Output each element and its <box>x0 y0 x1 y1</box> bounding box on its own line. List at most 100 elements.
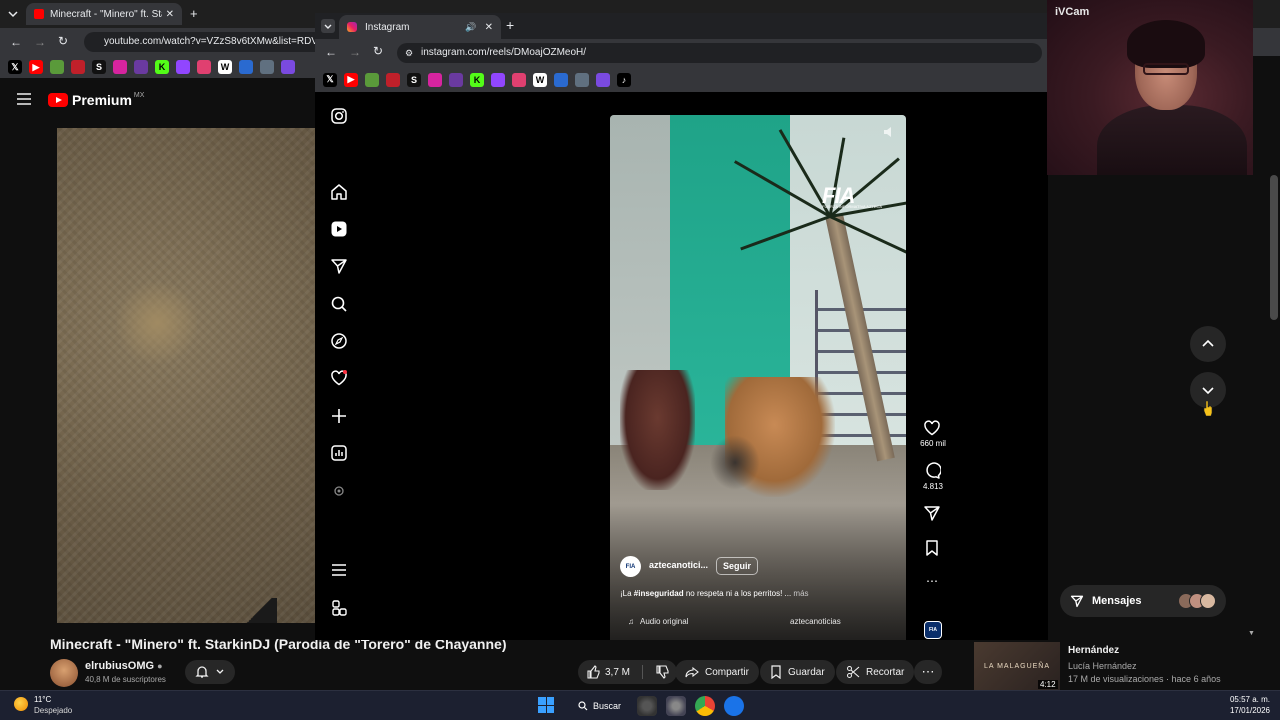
more-options-icon[interactable]: ⋯ <box>923 574 941 592</box>
clock-time[interactable]: 05:57 a. m. <box>1218 695 1270 704</box>
app-chrome-icon[interactable] <box>695 696 715 716</box>
weather-sun-icon[interactable] <box>14 697 28 711</box>
forward-icon[interactable]: → <box>34 35 46 49</box>
bookmark-violet-icon[interactable] <box>596 72 610 87</box>
app-obs-icon[interactable] <box>637 696 657 716</box>
bookmark-red-icon[interactable] <box>71 60 85 74</box>
taskbar-search[interactable]: Buscar <box>572 695 627 717</box>
save-bookmark-icon[interactable] <box>923 539 941 557</box>
bookmark-red-icon[interactable] <box>386 72 400 87</box>
tab-youtube[interactable]: Minecraft - "Minero" ft. Starkin ✕ <box>26 3 182 25</box>
threads-icon[interactable] <box>330 599 348 617</box>
follow-button[interactable]: Seguir <box>716 557 759 575</box>
new-tab-icon[interactable]: + <box>506 17 514 33</box>
bookmark-x-icon[interactable]: 𝕏 <box>323 72 337 87</box>
bookmark-youtube-icon[interactable]: ▶ <box>29 60 43 74</box>
clock-date[interactable]: 17/01/2026 <box>1218 706 1270 715</box>
bookmark-s-icon[interactable]: S <box>407 72 421 87</box>
create-icon[interactable] <box>330 407 348 425</box>
share-button[interactable]: Compartir <box>675 660 759 684</box>
recommended-author[interactable]: Lucía Hernández <box>1068 661 1137 671</box>
previous-reel-button[interactable] <box>1190 326 1226 362</box>
search-icon[interactable] <box>330 295 348 313</box>
bookmark-shopify-icon[interactable] <box>50 60 64 74</box>
bookmark-youtube-icon[interactable]: ▶ <box>344 72 358 87</box>
bookmark-s-icon[interactable]: S <box>92 60 106 74</box>
reels-icon[interactable] <box>330 220 348 238</box>
weather-temperature[interactable]: 11°C <box>34 695 51 704</box>
url-input[interactable]: youtube.com/watch?v=VZzS8v6tXMw&list=RDV… <box>84 32 324 52</box>
bookmark-grey-icon[interactable] <box>260 60 274 74</box>
reel-audio-tag[interactable]: aztecanoticias <box>790 617 841 626</box>
bookmark-twitch-icon[interactable] <box>491 72 505 87</box>
dislike-button[interactable] <box>655 665 669 679</box>
bookmark-w-icon[interactable]: W <box>533 72 547 87</box>
reload-icon[interactable]: ↻ <box>58 34 68 48</box>
bookmark-instagram-icon[interactable] <box>428 72 442 87</box>
tab-list-icon[interactable] <box>321 19 335 33</box>
like-button[interactable]: 3,7 M <box>586 665 630 679</box>
clip-button[interactable]: Recortar <box>836 660 915 684</box>
back-icon[interactable]: ← <box>325 45 337 59</box>
tab-instagram[interactable]: Instagram 🔊 ✕ <box>339 15 501 39</box>
bookmark-pink-icon[interactable] <box>512 72 526 87</box>
url-input[interactable]: ⚙ instagram.com/reels/DMoajOZMeoH/ <box>397 43 1042 63</box>
bookmark-kick-icon[interactable]: K <box>155 60 169 74</box>
heart-icon[interactable] <box>330 369 348 387</box>
hamburger-menu-icon[interactable] <box>17 93 31 105</box>
bookmark-violet-icon[interactable] <box>281 60 295 74</box>
messages-button[interactable]: Mensajes <box>1060 585 1226 617</box>
reel-audio-thumbnail[interactable]: FIA <box>924 621 942 639</box>
dashboard-icon[interactable] <box>330 444 348 462</box>
bookmark-purple-icon[interactable] <box>449 72 463 87</box>
bookmark-instagram-icon[interactable] <box>113 60 127 74</box>
like-heart-icon[interactable] <box>923 419 941 437</box>
new-tab-icon[interactable]: + <box>190 6 198 21</box>
bookmark-grey-icon[interactable] <box>575 72 589 87</box>
tab-list-icon[interactable] <box>6 7 20 21</box>
close-tab-icon[interactable]: ✕ <box>166 9 174 20</box>
reel-audio-link[interactable]: ♫ Audio original <box>628 617 688 626</box>
weather-condition[interactable]: Despejado <box>34 706 72 715</box>
menu-icon[interactable] <box>330 561 348 579</box>
send-icon[interactable] <box>330 257 348 275</box>
save-button[interactable]: Guardar <box>760 660 835 684</box>
reel-author-username[interactable]: aztecanotici... <box>649 560 708 570</box>
volume-icon[interactable] <box>882 125 896 139</box>
channel-avatar[interactable] <box>50 659 78 687</box>
bookmark-x-icon[interactable]: 𝕏 <box>8 60 22 74</box>
bookmark-blue-icon[interactable] <box>239 60 253 74</box>
explore-icon[interactable] <box>330 332 348 350</box>
windows-start-icon[interactable] <box>538 697 554 713</box>
reel-caption[interactable]: ¡La #inseguridad no respeta ni a los per… <box>620 589 809 598</box>
home-icon[interactable] <box>330 183 348 201</box>
bookmark-purple-icon[interactable] <box>134 60 148 74</box>
instagram-logo-icon[interactable] <box>330 107 348 125</box>
bookmark-pink-icon[interactable] <box>197 60 211 74</box>
reel-author-avatar[interactable]: FIA <box>620 556 641 577</box>
caption-more-link[interactable]: más <box>791 589 808 598</box>
comment-icon[interactable] <box>923 462 941 480</box>
app-settings-icon[interactable] <box>666 696 686 716</box>
bookmark-twitch-icon[interactable] <box>176 60 190 74</box>
notifications-bell-button[interactable] <box>185 660 235 684</box>
reel-video[interactable]: FIA FUERZA INFORMATIVA AZTECA FIA azteca… <box>610 115 906 640</box>
close-tab-icon[interactable]: ✕ <box>485 22 493 33</box>
bookmark-tiktok-icon[interactable]: ♪ <box>617 72 631 87</box>
forward-icon[interactable]: → <box>349 45 361 59</box>
channel-name[interactable]: elrubiusOMG ● <box>85 660 163 672</box>
caption-hashtag[interactable]: #inseguridad <box>634 589 684 598</box>
bookmark-w-icon[interactable]: W <box>218 60 232 74</box>
recommended-title[interactable]: Hernández <box>1068 645 1119 656</box>
reload-icon[interactable]: ↻ <box>373 44 383 58</box>
audio-playing-icon[interactable]: 🔊 <box>465 22 476 33</box>
youtube-premium-logo[interactable]: Premium MX <box>48 92 144 108</box>
more-actions-button[interactable]: ⋯ <box>914 660 942 684</box>
bookmark-blue-icon[interactable] <box>554 72 568 87</box>
page-scrollbar[interactable] <box>1270 175 1278 320</box>
meta-ai-icon[interactable] <box>330 482 348 500</box>
share-send-icon[interactable] <box>923 504 941 522</box>
bookmark-kick-icon[interactable]: K <box>470 72 484 87</box>
bookmark-shopify-icon[interactable] <box>365 72 379 87</box>
scroll-down-arrow-icon[interactable]: ▼ <box>1248 630 1255 637</box>
